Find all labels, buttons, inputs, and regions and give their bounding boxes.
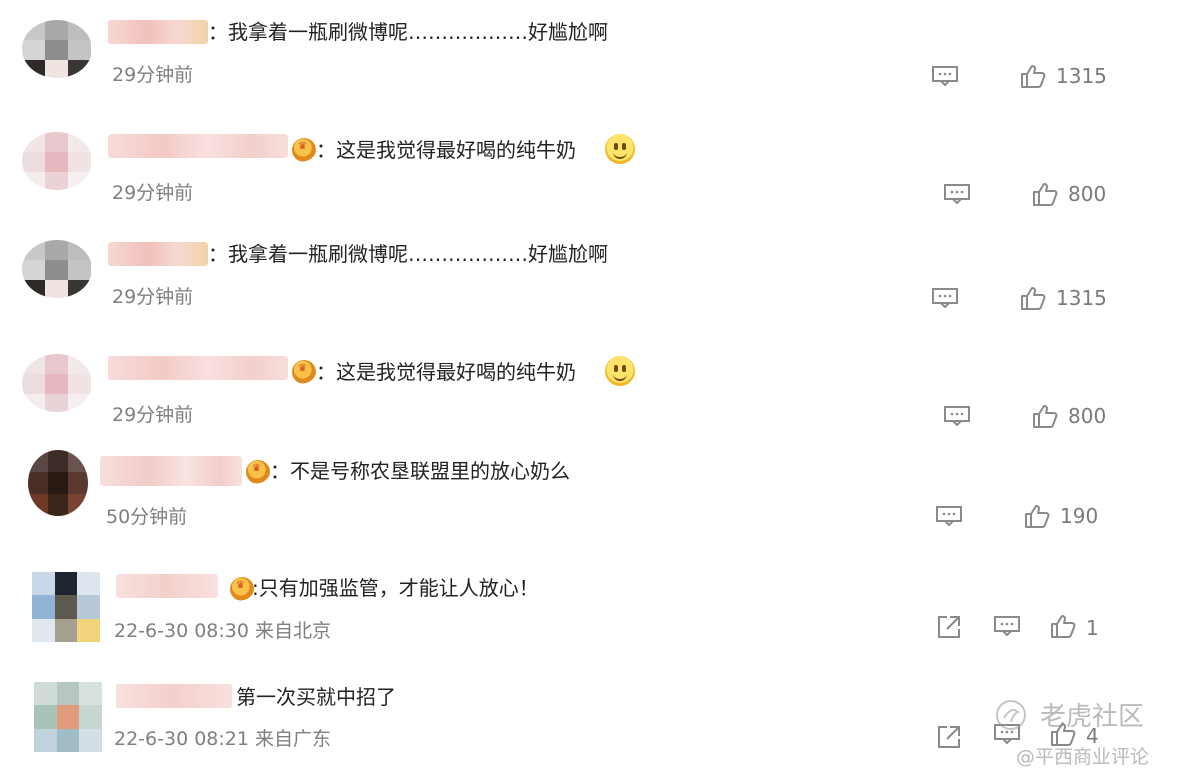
username-blurred[interactable]: [100, 456, 242, 486]
share-icon[interactable]: [936, 724, 962, 750]
crown-badge-icon: ♛: [246, 460, 270, 484]
comment-text: ：我拿着一瓶刷微博呢………………好尴尬啊: [208, 20, 608, 44]
avatar[interactable]: [22, 20, 92, 78]
thumbs-up-icon[interactable]: [1050, 614, 1076, 638]
avatar[interactable]: [22, 132, 92, 190]
like-count: 1315: [1056, 286, 1107, 310]
avatar[interactable]: [34, 682, 102, 752]
like-count: 190: [1060, 504, 1099, 528]
comment-row: ♛ ：这是我觉得最好喝的纯牛奶 29分钟前 800: [0, 330, 1184, 440]
comment-time: 29分钟前: [112, 64, 194, 86]
avatar[interactable]: [32, 572, 100, 642]
smile-emoji-icon: [605, 134, 635, 164]
username-blurred[interactable]: [108, 242, 208, 266]
username-blurred[interactable]: [108, 20, 208, 44]
username-blurred[interactable]: [116, 574, 218, 598]
share-icon[interactable]: [936, 614, 962, 640]
watermark-title: 老虎社区: [1040, 702, 1145, 732]
comment-time: 22-6-30 08:21 来自广东: [114, 728, 331, 750]
thumbs-up-icon[interactable]: [1024, 504, 1050, 528]
thumbs-up-icon[interactable]: [1020, 286, 1046, 310]
avatar[interactable]: [28, 450, 88, 516]
comment-time: 29分钟前: [112, 286, 194, 308]
tiger-logo-icon: [996, 700, 1026, 730]
comment-text: 第一次买就中招了: [236, 685, 396, 709]
comment-row: ♛ ：这是我觉得最好喝的纯牛奶 29分钟前 800: [0, 110, 1184, 220]
smile-emoji-icon: [605, 356, 635, 386]
comment-icon[interactable]: [944, 406, 970, 426]
username-blurred[interactable]: [108, 356, 288, 380]
thumbs-up-icon[interactable]: [1032, 404, 1058, 428]
comment-icon[interactable]: [936, 506, 962, 526]
comment-icon[interactable]: [932, 66, 958, 86]
like-count: 800: [1068, 182, 1107, 206]
comment-text: ：不是号称农垦联盟里的放心奶么: [270, 459, 570, 483]
comment-time: 50分钟前: [106, 506, 188, 528]
watermark-author: @平西商业评论: [1016, 746, 1150, 768]
comment-icon[interactable]: [994, 616, 1020, 636]
username-blurred[interactable]: [108, 134, 288, 158]
comment-row: ♛ :只有加强监管，才能让人放心！ 22-6-30 08:30 来自北京 1: [0, 560, 1184, 670]
comment-row: ：我拿着一瓶刷微博呢………………好尴尬啊 29分钟前 1315: [0, 220, 1184, 330]
comment-time: 22-6-30 08:30 来自北京: [114, 620, 331, 642]
comment-text: ：我拿着一瓶刷微博呢………………好尴尬啊: [208, 242, 608, 266]
comment-row: ：我拿着一瓶刷微博呢………………好尴尬啊 29分钟前 1315: [0, 0, 1184, 110]
comment-text: ：这是我觉得最好喝的纯牛奶: [316, 360, 576, 384]
comment-time: 29分钟前: [112, 404, 194, 426]
comment-icon[interactable]: [932, 288, 958, 308]
like-count: 800: [1068, 404, 1107, 428]
comment-icon[interactable]: [944, 184, 970, 204]
comment-time: 29分钟前: [112, 182, 194, 204]
crown-badge-icon: ♛: [292, 360, 316, 384]
comment-text: ：这是我觉得最好喝的纯牛奶: [316, 138, 576, 162]
comment-text: :只有加强监管，才能让人放心！: [252, 576, 539, 600]
like-count: 1315: [1056, 64, 1107, 88]
avatar[interactable]: [22, 354, 92, 412]
comment-row: ♛ ：不是号称农垦联盟里的放心奶么 50分钟前 190: [0, 440, 1184, 550]
like-count: 1: [1086, 616, 1099, 640]
crown-badge-icon: ♛: [292, 138, 316, 162]
username-blurred[interactable]: [116, 684, 232, 708]
thumbs-up-icon[interactable]: [1020, 64, 1046, 88]
crown-badge-icon: ♛: [230, 577, 254, 601]
avatar[interactable]: [22, 240, 92, 298]
thumbs-up-icon[interactable]: [1032, 182, 1058, 206]
